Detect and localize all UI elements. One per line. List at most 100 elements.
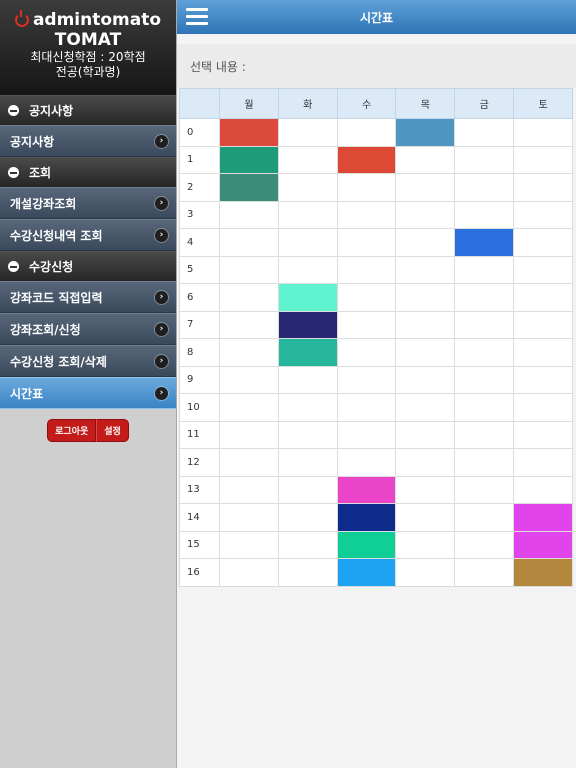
timetable-cell[interactable] bbox=[336, 118, 397, 147]
timetable-cell[interactable] bbox=[395, 228, 456, 257]
sidebar-item-2-3[interactable]: 시간표 › bbox=[0, 377, 176, 409]
timetable-cell[interactable] bbox=[513, 118, 573, 147]
timetable-cell[interactable] bbox=[395, 530, 456, 559]
timetable-cell[interactable] bbox=[454, 145, 515, 174]
timetable-cell[interactable] bbox=[395, 173, 456, 202]
timetable-cell[interactable] bbox=[395, 338, 456, 367]
timetable-cell[interactable] bbox=[395, 503, 456, 532]
timetable-cell[interactable] bbox=[336, 365, 397, 394]
timetable-cell[interactable] bbox=[219, 530, 279, 559]
timetable-cell[interactable] bbox=[219, 283, 279, 312]
timetable-cell[interactable] bbox=[219, 310, 279, 339]
course-block[interactable] bbox=[514, 504, 572, 531]
timetable-cell[interactable] bbox=[277, 310, 338, 339]
timetable-cell[interactable] bbox=[395, 558, 456, 587]
timetable-cell[interactable] bbox=[219, 118, 279, 147]
timetable-cell[interactable] bbox=[277, 558, 338, 587]
timetable-cell[interactable] bbox=[513, 228, 573, 257]
sidebar-item-2-2[interactable]: 수강신청 조회/삭제 › bbox=[0, 345, 176, 377]
timetable-cell[interactable] bbox=[454, 118, 515, 147]
timetable-cell[interactable] bbox=[336, 475, 397, 504]
timetable-cell[interactable] bbox=[395, 200, 456, 229]
timetable-cell[interactable] bbox=[454, 558, 515, 587]
timetable-cell[interactable] bbox=[277, 338, 338, 367]
timetable-cell[interactable] bbox=[219, 475, 279, 504]
timetable-cell[interactable] bbox=[219, 228, 279, 257]
timetable-cell[interactable] bbox=[336, 338, 397, 367]
timetable-cell[interactable] bbox=[336, 228, 397, 257]
timetable-cell[interactable] bbox=[277, 283, 338, 312]
settings-button[interactable]: 설정 bbox=[96, 419, 129, 442]
course-block[interactable] bbox=[337, 476, 396, 503]
timetable-cell[interactable] bbox=[454, 503, 515, 532]
course-block[interactable] bbox=[337, 146, 396, 173]
timetable-cell[interactable] bbox=[395, 283, 456, 312]
course-block[interactable] bbox=[514, 559, 572, 586]
course-block[interactable] bbox=[514, 531, 572, 558]
timetable-cell[interactable] bbox=[454, 283, 515, 312]
course-block[interactable] bbox=[337, 559, 396, 586]
timetable-cell[interactable] bbox=[395, 448, 456, 477]
sidebar-item-0-0[interactable]: 공지사항 › bbox=[0, 125, 176, 157]
timetable-cell[interactable] bbox=[513, 145, 573, 174]
timetable-cell[interactable] bbox=[219, 558, 279, 587]
timetable-cell[interactable] bbox=[395, 475, 456, 504]
timetable-cell[interactable] bbox=[336, 530, 397, 559]
timetable-cell[interactable] bbox=[336, 255, 397, 284]
timetable-cell[interactable] bbox=[513, 173, 573, 202]
timetable-cell[interactable] bbox=[219, 448, 279, 477]
course-block[interactable] bbox=[337, 504, 396, 531]
course-block[interactable] bbox=[455, 229, 514, 256]
timetable-cell[interactable] bbox=[277, 530, 338, 559]
timetable-cell[interactable] bbox=[513, 255, 573, 284]
course-block[interactable] bbox=[278, 339, 337, 366]
timetable-cell[interactable] bbox=[277, 145, 338, 174]
timetable-cell[interactable] bbox=[277, 118, 338, 147]
timetable-cell[interactable] bbox=[395, 310, 456, 339]
timetable-cell[interactable] bbox=[454, 228, 515, 257]
timetable-cell[interactable] bbox=[219, 365, 279, 394]
timetable-cell[interactable] bbox=[336, 448, 397, 477]
timetable-cell[interactable] bbox=[454, 255, 515, 284]
course-block[interactable] bbox=[220, 146, 278, 173]
logout-button[interactable]: 로그아웃 bbox=[47, 419, 97, 442]
timetable-cell[interactable] bbox=[277, 365, 338, 394]
timetable-cell[interactable] bbox=[219, 200, 279, 229]
timetable-cell[interactable] bbox=[395, 118, 456, 147]
timetable-cell[interactable] bbox=[454, 530, 515, 559]
hamburger-icon[interactable] bbox=[186, 8, 208, 25]
timetable-cell[interactable] bbox=[513, 338, 573, 367]
timetable-cell[interactable] bbox=[336, 503, 397, 532]
timetable-cell[interactable] bbox=[219, 145, 279, 174]
timetable-cell[interactable] bbox=[513, 558, 573, 587]
sidebar-item-1-1[interactable]: 수강신청내역 조회 › bbox=[0, 219, 176, 251]
section-header-0[interactable]: 공지사항 bbox=[0, 95, 176, 125]
sidebar-item-2-0[interactable]: 강좌코드 직접입력 › bbox=[0, 281, 176, 313]
section-header-1[interactable]: 조회 bbox=[0, 157, 176, 187]
timetable-cell[interactable] bbox=[277, 228, 338, 257]
timetable-cell[interactable] bbox=[219, 393, 279, 422]
timetable-cell[interactable] bbox=[513, 503, 573, 532]
timetable-cell[interactable] bbox=[277, 393, 338, 422]
timetable-cell[interactable] bbox=[277, 420, 338, 449]
timetable-cell[interactable] bbox=[219, 173, 279, 202]
timetable-cell[interactable] bbox=[513, 420, 573, 449]
timetable-cell[interactable] bbox=[336, 200, 397, 229]
timetable-cell[interactable] bbox=[454, 200, 515, 229]
timetable-cell[interactable] bbox=[336, 393, 397, 422]
course-block[interactable] bbox=[278, 311, 337, 338]
timetable-cell[interactable] bbox=[336, 310, 397, 339]
timetable-cell[interactable] bbox=[513, 530, 573, 559]
timetable-cell[interactable] bbox=[277, 503, 338, 532]
timetable-cell[interactable] bbox=[454, 448, 515, 477]
timetable-cell[interactable] bbox=[513, 283, 573, 312]
timetable-cell[interactable] bbox=[277, 448, 338, 477]
timetable-cell[interactable] bbox=[513, 200, 573, 229]
timetable-cell[interactable] bbox=[513, 475, 573, 504]
timetable-cell[interactable] bbox=[395, 393, 456, 422]
course-block[interactable] bbox=[337, 531, 396, 558]
timetable-cell[interactable] bbox=[395, 420, 456, 449]
timetable-cell[interactable] bbox=[277, 255, 338, 284]
timetable-cell[interactable] bbox=[454, 338, 515, 367]
timetable-cell[interactable] bbox=[336, 145, 397, 174]
